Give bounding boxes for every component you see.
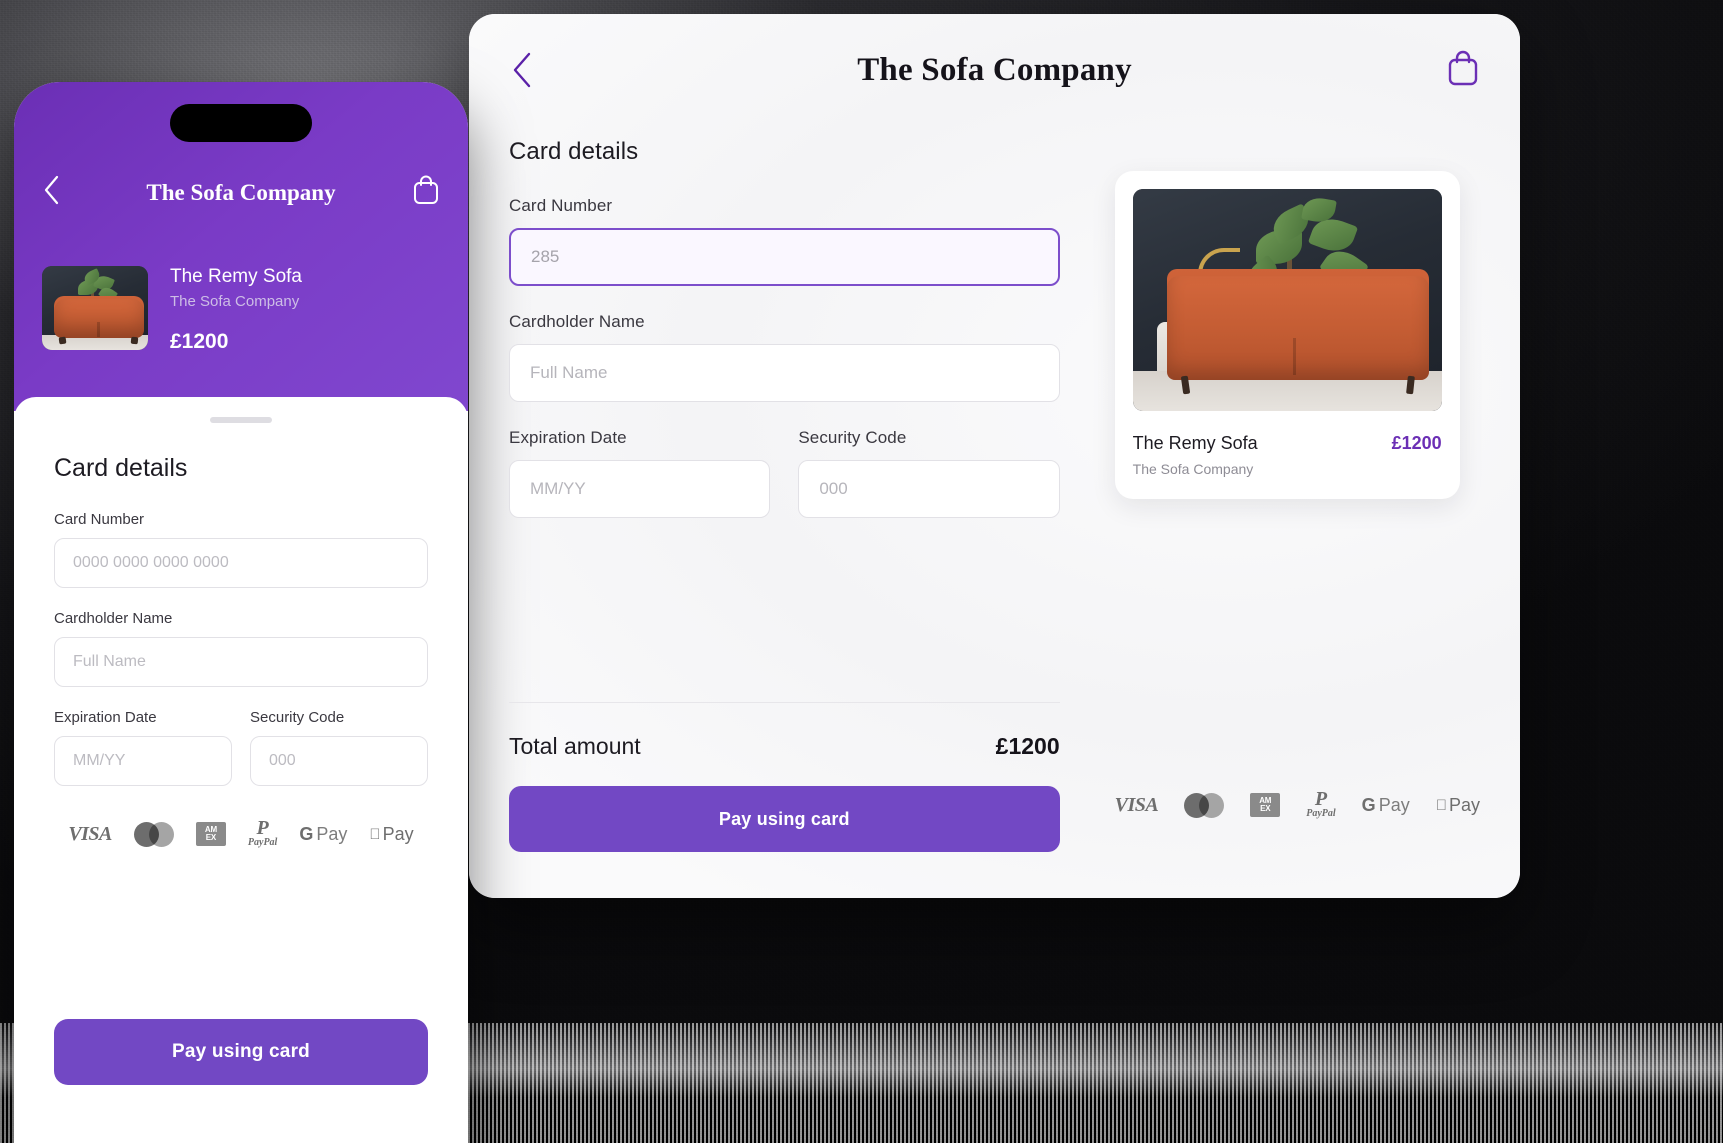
amex-icon: AM EX xyxy=(1250,793,1281,817)
card-details-heading: Card details xyxy=(509,138,639,165)
google-g-icon: G xyxy=(299,823,314,844)
card-details-heading: Card details xyxy=(54,454,188,482)
cardholder-name-label: Cardholder Name xyxy=(54,610,173,627)
phone-product-row: The Remy Sofa The Sofa Company £1200 xyxy=(42,266,440,354)
expiry-security-row: Expiration Date MM/YY Security Code 000 xyxy=(509,428,1060,544)
expiration-date-label: Expiration Date xyxy=(54,709,157,726)
card-number-input[interactable]: 0000 0000 0000 0000 xyxy=(54,538,428,588)
google-pay-label: Pay xyxy=(1378,794,1410,815)
phone-bottom-sheet: Card details Card Number 0000 0000 0000 … xyxy=(14,397,468,1143)
sheet-fade-overlay xyxy=(14,963,468,997)
amex-icon: AM EX xyxy=(195,822,226,846)
total-amount-value: £1200 xyxy=(995,733,1060,759)
paypal-icon: P PayPal xyxy=(1306,788,1336,819)
apple-logo-icon:  xyxy=(1436,797,1447,814)
pay-using-card-button[interactable]: Pay using card xyxy=(54,1019,428,1085)
apple-logo-icon:  xyxy=(369,826,380,843)
paypal-icon: P PayPal xyxy=(247,817,278,848)
order-summary-panel: The Remy Sofa £1200 The Sofa Company VIS… xyxy=(1060,126,1480,898)
chevron-left-icon[interactable] xyxy=(42,174,62,211)
product-name: The Remy Sofa xyxy=(170,266,302,287)
mobile-checkout-phone: The Sofa Company The Remy Sofa The Sofa … xyxy=(14,82,468,1143)
product-name-row: The Remy Sofa £1200 xyxy=(1133,433,1442,454)
desktop-checkout-window: The Sofa Company Card details Card Numbe… xyxy=(469,14,1520,898)
product-name: The Remy Sofa xyxy=(1132,433,1258,453)
desktop-body: Card details Card Number 285 Cardholder … xyxy=(469,126,1520,898)
security-code-input[interactable]: 000 xyxy=(250,736,428,786)
form-spacer xyxy=(509,544,1060,702)
amex-line2: EX xyxy=(205,833,217,842)
amex-line2: EX xyxy=(1260,804,1271,813)
security-code-label: Security Code xyxy=(798,428,907,447)
dynamic-island xyxy=(170,104,312,142)
apple-pay-icon:  Pay xyxy=(369,824,413,845)
apple-pay-icon:  Pay xyxy=(1436,795,1480,816)
google-pay-label: Pay xyxy=(316,823,348,844)
expiry-security-row: Expiration Date MM/YY Security Code 000 xyxy=(54,709,428,808)
desktop-header: The Sofa Company xyxy=(469,14,1520,126)
paypal-wordmark: PayPal xyxy=(247,837,278,848)
mastercard-icon xyxy=(1184,792,1225,818)
card-number-input[interactable]: 285 xyxy=(509,228,1060,286)
google-g-icon: G xyxy=(1361,794,1376,815)
payment-methods-row: VISA AM EX P PayPal G Pay  xyxy=(1114,788,1480,819)
paypal-glyph: P xyxy=(256,817,269,839)
visa-icon: VISA xyxy=(68,822,112,845)
product-price: £1200 xyxy=(1391,433,1442,453)
card-number-label: Card Number xyxy=(509,196,613,215)
cardholder-name-label: Cardholder Name xyxy=(509,312,645,331)
google-pay-icon: G Pay xyxy=(1362,795,1410,816)
expiration-date-label: Expiration Date xyxy=(509,428,627,447)
visa-icon: VISA xyxy=(1114,793,1159,816)
pay-using-card-button[interactable]: Pay using card xyxy=(509,786,1060,852)
security-code-input[interactable]: 000 xyxy=(798,460,1060,518)
total-amount-row: Total amount £1200 xyxy=(509,703,1060,786)
shopping-bag-icon[interactable] xyxy=(412,174,440,211)
product-thumbnail xyxy=(42,266,148,350)
apple-pay-label: Pay xyxy=(1448,794,1480,815)
cardholder-name-input[interactable]: Full Name xyxy=(509,344,1060,402)
page-title: The Sofa Company xyxy=(146,179,336,205)
page-title: The Sofa Company xyxy=(857,51,1132,88)
phone-nav-bar: The Sofa Company xyxy=(42,174,440,211)
product-price: £1200 xyxy=(170,330,229,353)
product-image xyxy=(1132,189,1442,411)
phone-product-info: The Remy Sofa The Sofa Company £1200 xyxy=(170,266,302,354)
security-code-label: Security Code xyxy=(250,709,345,726)
card-details-form: Card details Card Number 285 Cardholder … xyxy=(509,126,1060,898)
total-amount-label: Total amount xyxy=(509,733,641,759)
mastercard-icon xyxy=(133,821,174,847)
apple-pay-label: Pay xyxy=(377,823,414,844)
sheet-drag-handle[interactable] xyxy=(210,417,272,423)
expiration-date-input[interactable]: MM/YY xyxy=(509,460,771,518)
cardholder-name-input[interactable]: Full Name xyxy=(54,637,428,687)
product-card[interactable]: The Remy Sofa £1200 The Sofa Company xyxy=(1114,171,1460,499)
card-number-label: Card Number xyxy=(54,511,145,528)
product-vendor: The Sofa Company xyxy=(170,293,300,310)
expiration-date-input[interactable]: MM/YY xyxy=(54,736,232,786)
shopping-bag-icon[interactable] xyxy=(1446,49,1480,92)
desktop-pay-wrap: Pay using card xyxy=(509,786,1060,898)
phone-pay-bar: Pay using card xyxy=(14,997,468,1143)
paypal-wordmark: PayPal xyxy=(1306,808,1336,819)
chevron-left-icon[interactable] xyxy=(509,50,535,90)
payment-methods-row: VISA AM EX P PayPal G Pay  Pay xyxy=(54,817,428,848)
phone-header: The Sofa Company The Remy Sofa The Sofa … xyxy=(14,82,468,411)
google-pay-icon: G Pay xyxy=(299,824,347,845)
product-vendor: The Sofa Company xyxy=(1132,461,1254,477)
paypal-glyph: P xyxy=(1314,788,1328,810)
